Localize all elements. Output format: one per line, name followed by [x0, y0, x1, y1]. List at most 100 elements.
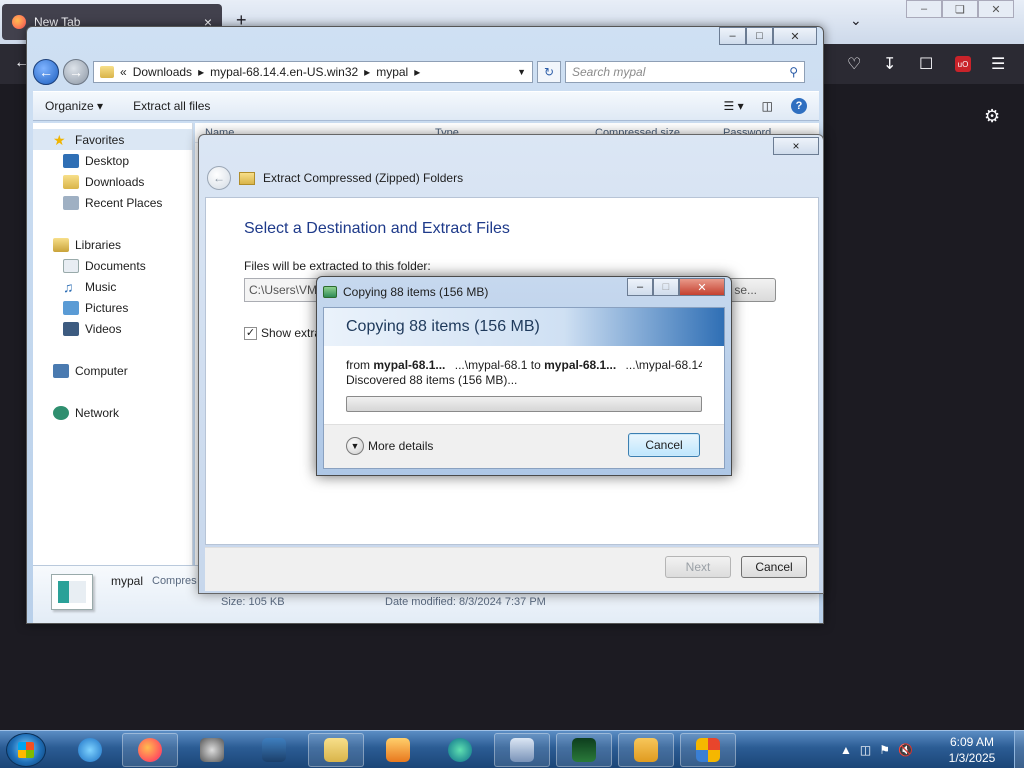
nav-libraries[interactable]: Libraries	[33, 234, 192, 255]
copy-destination-path: ...\mypal-68.14	[625, 358, 702, 372]
maximize-icon[interactable]: □	[746, 27, 773, 45]
taskbar-virtualbox[interactable]	[246, 733, 302, 767]
copy-source-path: ...\mypal-68.1	[454, 358, 528, 372]
action-center-flag-icon[interactable]: ⚑	[879, 743, 890, 757]
edge-icon	[448, 738, 472, 762]
preview-pane-icon[interactable]: ◫	[762, 99, 773, 113]
view-options-icon[interactable]: ☰ ▾	[724, 99, 744, 113]
address-dropdown-icon[interactable]: ▼	[517, 67, 526, 77]
refresh-icon[interactable]: ↻	[537, 61, 561, 83]
copy-titlebar: Copying 88 items (156 MB)	[323, 282, 488, 302]
taskbar-infinity-app[interactable]	[618, 733, 674, 767]
copy-banner-title: Copying 88 items (156 MB)	[346, 318, 540, 335]
nav-recent-places[interactable]: Recent Places	[33, 192, 192, 213]
back-button[interactable]: ←	[33, 59, 59, 85]
nav-documents[interactable]: Documents	[33, 255, 192, 276]
nav-pictures[interactable]: Pictures	[33, 297, 192, 318]
nav-computer[interactable]: Computer	[33, 360, 192, 381]
copy-destination-name[interactable]: mypal-68.1...	[544, 358, 616, 372]
taskbar-internet-explorer[interactable]	[62, 733, 118, 767]
task-manager-icon	[572, 738, 596, 762]
nav-desktop[interactable]: Desktop	[33, 150, 192, 171]
show-desktop-button[interactable]	[1014, 731, 1024, 768]
ublock-icon[interactable]: uO	[955, 56, 971, 72]
breadcrumb-overflow[interactable]: «	[120, 65, 127, 79]
breadcrumb-downloads[interactable]: Downloads	[133, 65, 192, 79]
more-details-toggle[interactable]: ▼ More details	[346, 437, 433, 455]
tabs-list-chevron-icon[interactable]: ⌄	[850, 12, 862, 29]
taskbar-win7-app[interactable]	[494, 733, 550, 767]
taskbar-file-explorer[interactable]	[308, 733, 364, 767]
copy-source-name[interactable]: mypal-68.1...	[373, 358, 445, 372]
extensions-icon[interactable]: ☐	[919, 54, 933, 74]
close-icon[interactable]: ✕	[773, 27, 817, 45]
address-bar[interactable]: « Downloads ▸ mypal-68.14.4.en-US.win32 …	[93, 61, 533, 83]
office-icon	[696, 738, 720, 762]
taskbar-office-app[interactable]	[680, 733, 736, 767]
wizard-cancel-button[interactable]: Cancel	[741, 556, 807, 578]
breadcrumb-mypal-archive[interactable]: mypal-68.14.4.en-US.win32	[210, 65, 358, 79]
details-date-modified: Date modified: 8/3/2024 7:37 PM	[385, 596, 546, 608]
videos-icon	[63, 321, 79, 336]
explorer-window-controls: – □ ✕	[719, 27, 817, 45]
close-icon[interactable]: ✕	[978, 0, 1014, 18]
nav-favorites[interactable]: ★ Favorites	[33, 129, 192, 150]
media-player-icon	[386, 738, 410, 762]
restore-icon[interactable]: ❏	[942, 0, 978, 18]
show-extracted-checkbox[interactable]: ✓ Show extra	[244, 326, 321, 340]
breadcrumb-separator-icon[interactable]: ▸	[364, 65, 370, 79]
details-file-type: Compres	[152, 575, 197, 587]
search-icon[interactable]: ⚲	[789, 65, 798, 79]
taskbar-media-player[interactable]	[370, 733, 426, 767]
documents-icon	[63, 258, 79, 273]
destination-label: Files will be extracted to this folder:	[244, 259, 431, 273]
recent-places-icon	[63, 195, 79, 210]
minimize-icon[interactable]: –	[719, 27, 746, 45]
details-file-name: mypal	[111, 574, 144, 588]
volume-muted-icon[interactable]: 🔇	[898, 743, 913, 757]
minimize-icon[interactable]: –	[906, 0, 942, 18]
show-extracted-label: Show extra	[261, 326, 322, 340]
taskbar-edge[interactable]	[432, 733, 488, 767]
wizard-header: ← Extract Compressed (Zipped) Folders	[207, 165, 463, 191]
copy-cancel-button[interactable]: Cancel	[628, 433, 700, 457]
taskbar-raccoon-app[interactable]	[184, 733, 240, 767]
start-button[interactable]	[6, 733, 46, 767]
checkbox-checked-icon[interactable]: ✓	[244, 326, 257, 340]
download-icon[interactable]: ↧	[883, 54, 896, 74]
pocket-icon[interactable]: ♡	[847, 54, 861, 74]
network-tray-icon[interactable]: ◫	[860, 743, 871, 757]
star-icon: ★	[53, 131, 66, 148]
taskbar-task-manager[interactable]	[556, 733, 612, 767]
pictures-icon	[63, 300, 79, 315]
settings-gear-icon[interactable]: ⚙	[984, 106, 1000, 127]
nav-music[interactable]: ♫ Music	[33, 276, 192, 297]
firefox-window-controls: – ❏ ✕	[906, 0, 1014, 18]
close-icon[interactable]: ×	[773, 137, 819, 155]
copy-content: Copying 88 items (156 MB) from mypal-68.…	[323, 307, 725, 469]
close-icon[interactable]: ✕	[679, 278, 725, 296]
minimize-icon[interactable]: –	[627, 278, 653, 296]
help-icon[interactable]: ?	[791, 98, 807, 114]
organize-button[interactable]: Organize ▾	[45, 99, 103, 113]
more-details-label: More details	[368, 439, 434, 453]
next-button[interactable]: Next	[665, 556, 731, 578]
taskbar-clock[interactable]: 6:09 AM 1/3/2025	[940, 734, 1004, 766]
firefox-icon	[138, 738, 162, 762]
tray-overflow-icon[interactable]: ▲	[840, 743, 852, 757]
chevron-down-icon[interactable]: ▼	[346, 437, 364, 455]
nav-videos[interactable]: Videos	[33, 318, 192, 339]
folder-icon	[324, 738, 348, 762]
network-icon	[53, 405, 69, 420]
breadcrumb-separator-icon[interactable]: ▸	[198, 65, 204, 79]
search-input[interactable]: Search mypal ⚲	[565, 61, 805, 83]
taskbar-firefox[interactable]	[122, 733, 178, 767]
forward-button[interactable]: →	[63, 59, 89, 85]
nav-downloads[interactable]: Downloads	[33, 171, 192, 192]
breadcrumb-separator-icon[interactable]: ▸	[414, 65, 420, 79]
nav-network[interactable]: Network	[33, 402, 192, 423]
extract-all-button[interactable]: Extract all files	[133, 99, 210, 113]
breadcrumb-mypal[interactable]: mypal	[376, 65, 408, 79]
menu-icon[interactable]: ☰	[991, 54, 1005, 74]
wizard-back-button[interactable]: ←	[207, 166, 231, 190]
